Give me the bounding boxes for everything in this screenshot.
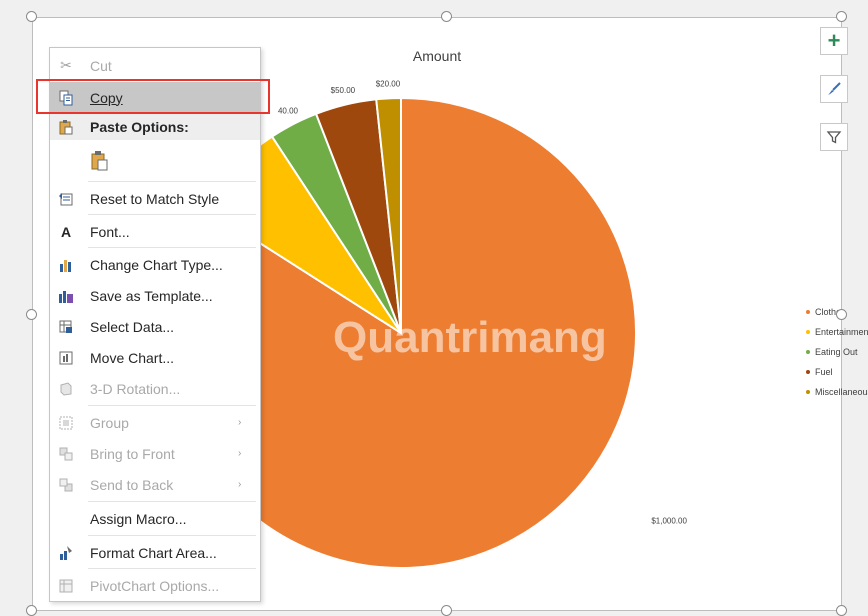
select-data-icon: [56, 317, 76, 337]
menu-item-send-to-back[interactable]: Send to Back ›: [50, 469, 260, 500]
legend-marker: [806, 390, 810, 394]
menu-item-change-chart-type-label: Change Chart Type...: [90, 256, 223, 273]
menu-separator: [88, 214, 256, 215]
menu-separator: [88, 535, 256, 536]
plus-icon: +: [827, 28, 841, 53]
menu-item-reset-style[interactable]: Reset to Match Style: [50, 183, 260, 214]
menu-item-font-label: Font...: [90, 223, 130, 240]
menu-item-send-to-back-label: Send to Back: [90, 476, 174, 493]
menu-item-move-chart[interactable]: Move Chart...: [50, 342, 260, 373]
chart-styles-button[interactable]: [820, 75, 848, 103]
menu-item-group[interactable]: Group ›: [50, 407, 260, 438]
menu-item-assign-macro-label: Assign Macro...: [90, 510, 187, 527]
scissors-icon: ✂: [60, 57, 72, 73]
filter-icon: [826, 131, 842, 144]
menu-paste-options-label: Paste Options:: [90, 119, 189, 135]
menu-separator: [88, 568, 256, 569]
data-label-miscellaneous[interactable]: $20.00: [376, 79, 401, 88]
legend-label: Eating Out: [815, 347, 858, 357]
menu-item-move-chart-label: Move Chart...: [90, 349, 175, 366]
resize-handle-top-left[interactable]: [26, 11, 37, 22]
data-label-clothes[interactable]: $1,000.00: [651, 517, 687, 526]
submenu-arrow-icon: ›: [238, 448, 242, 459]
legend-label: Miscellaneous: [815, 387, 868, 397]
menu-separator: [88, 181, 256, 182]
legend-marker: [806, 310, 810, 314]
menu-item-save-template-label: Save as Template...: [90, 287, 213, 304]
reset-style-icon: [56, 189, 76, 209]
menu-item-copy-label: Copy: [90, 89, 123, 106]
menu-item-3d-rotation[interactable]: 3-D Rotation...: [50, 373, 260, 404]
legend-label: Entertainment: [815, 327, 868, 337]
paste-icon: [56, 117, 76, 137]
save-template-icon: [56, 286, 76, 306]
format-area-icon: [56, 543, 76, 563]
chart-elements-button[interactable]: +: [820, 27, 848, 55]
menu-item-bring-to-front[interactable]: Bring to Front ›: [50, 438, 260, 469]
menu-item-3d-rotation-label: 3-D Rotation...: [90, 380, 181, 397]
legend-label: Fuel: [815, 367, 833, 377]
data-label-fuel[interactable]: $50.00: [331, 86, 356, 95]
paste-option-button[interactable]: [50, 144, 260, 178]
legend-item-entertainment[interactable]: Entertainment: [806, 322, 868, 342]
legend-marker: [806, 330, 810, 334]
group-icon: [56, 413, 76, 433]
legend-item-fuel[interactable]: Fuel: [806, 362, 868, 382]
menu-item-cut-label: Cut: [90, 57, 112, 74]
resize-handle-bottom[interactable]: [441, 605, 452, 616]
copy-icon: [56, 88, 76, 108]
menu-item-font[interactable]: A Font...: [50, 216, 260, 247]
submenu-arrow-icon: ›: [238, 417, 242, 428]
submenu-arrow-icon: ›: [238, 479, 242, 490]
chart-filters-button[interactable]: [820, 123, 848, 151]
legend-item-miscellaneous[interactable]: Miscellaneous: [806, 382, 868, 402]
menu-item-bring-to-front-label: Bring to Front: [90, 445, 175, 462]
move-chart-icon: [56, 348, 76, 368]
menu-item-select-data[interactable]: Select Data...: [50, 311, 260, 342]
menu-paste-options-header: Paste Options:: [50, 114, 260, 140]
legend-item-eating-out[interactable]: Eating Out: [806, 342, 868, 362]
menu-item-pivotchart-options-label: PivotChart Options...: [90, 577, 220, 594]
legend-marker: [806, 370, 810, 374]
resize-handle-top-right[interactable]: [836, 11, 847, 22]
brush-icon: [828, 82, 841, 95]
menu-item-cut[interactable]: ✂ Cut: [50, 50, 260, 81]
menu-separator: [88, 501, 256, 502]
menu-item-group-label: Group: [90, 414, 129, 431]
resize-handle-left[interactable]: [26, 309, 37, 320]
resize-handle-bottom-right[interactable]: [836, 605, 847, 616]
menu-item-pivotchart-options[interactable]: PivotChart Options...: [50, 570, 260, 601]
bring-front-icon: [56, 444, 76, 464]
font-icon: A: [60, 223, 72, 240]
chart-type-icon: [56, 255, 76, 275]
menu-item-reset-style-label: Reset to Match Style: [90, 190, 220, 207]
legend-marker: [806, 350, 810, 354]
menu-item-save-template[interactable]: Save as Template...: [50, 280, 260, 311]
menu-item-change-chart-type[interactable]: Change Chart Type...: [50, 249, 260, 280]
menu-item-copy[interactable]: Copy: [50, 82, 260, 113]
send-back-icon: [56, 475, 76, 495]
menu-separator: [88, 405, 256, 406]
resize-handle-right[interactable]: [836, 309, 847, 320]
resize-handle-top[interactable]: [441, 11, 452, 22]
menu-item-format-chart-area[interactable]: Format Chart Area...: [50, 537, 260, 568]
pivot-icon: [56, 576, 76, 596]
resize-handle-bottom-left[interactable]: [26, 605, 37, 616]
menu-item-select-data-label: Select Data...: [90, 318, 175, 335]
paste-keep-formatting-icon: [90, 151, 110, 171]
menu-item-format-chart-area-label: Format Chart Area...: [90, 544, 217, 561]
menu-item-assign-macro[interactable]: Assign Macro...: [50, 503, 260, 534]
menu-separator: [88, 247, 256, 248]
data-label-eating-out[interactable]: 40.00: [278, 106, 299, 115]
context-menu: ✂ Cut Copy Paste Options: Reset to Match…: [49, 47, 261, 602]
rotation-icon: [56, 379, 76, 399]
